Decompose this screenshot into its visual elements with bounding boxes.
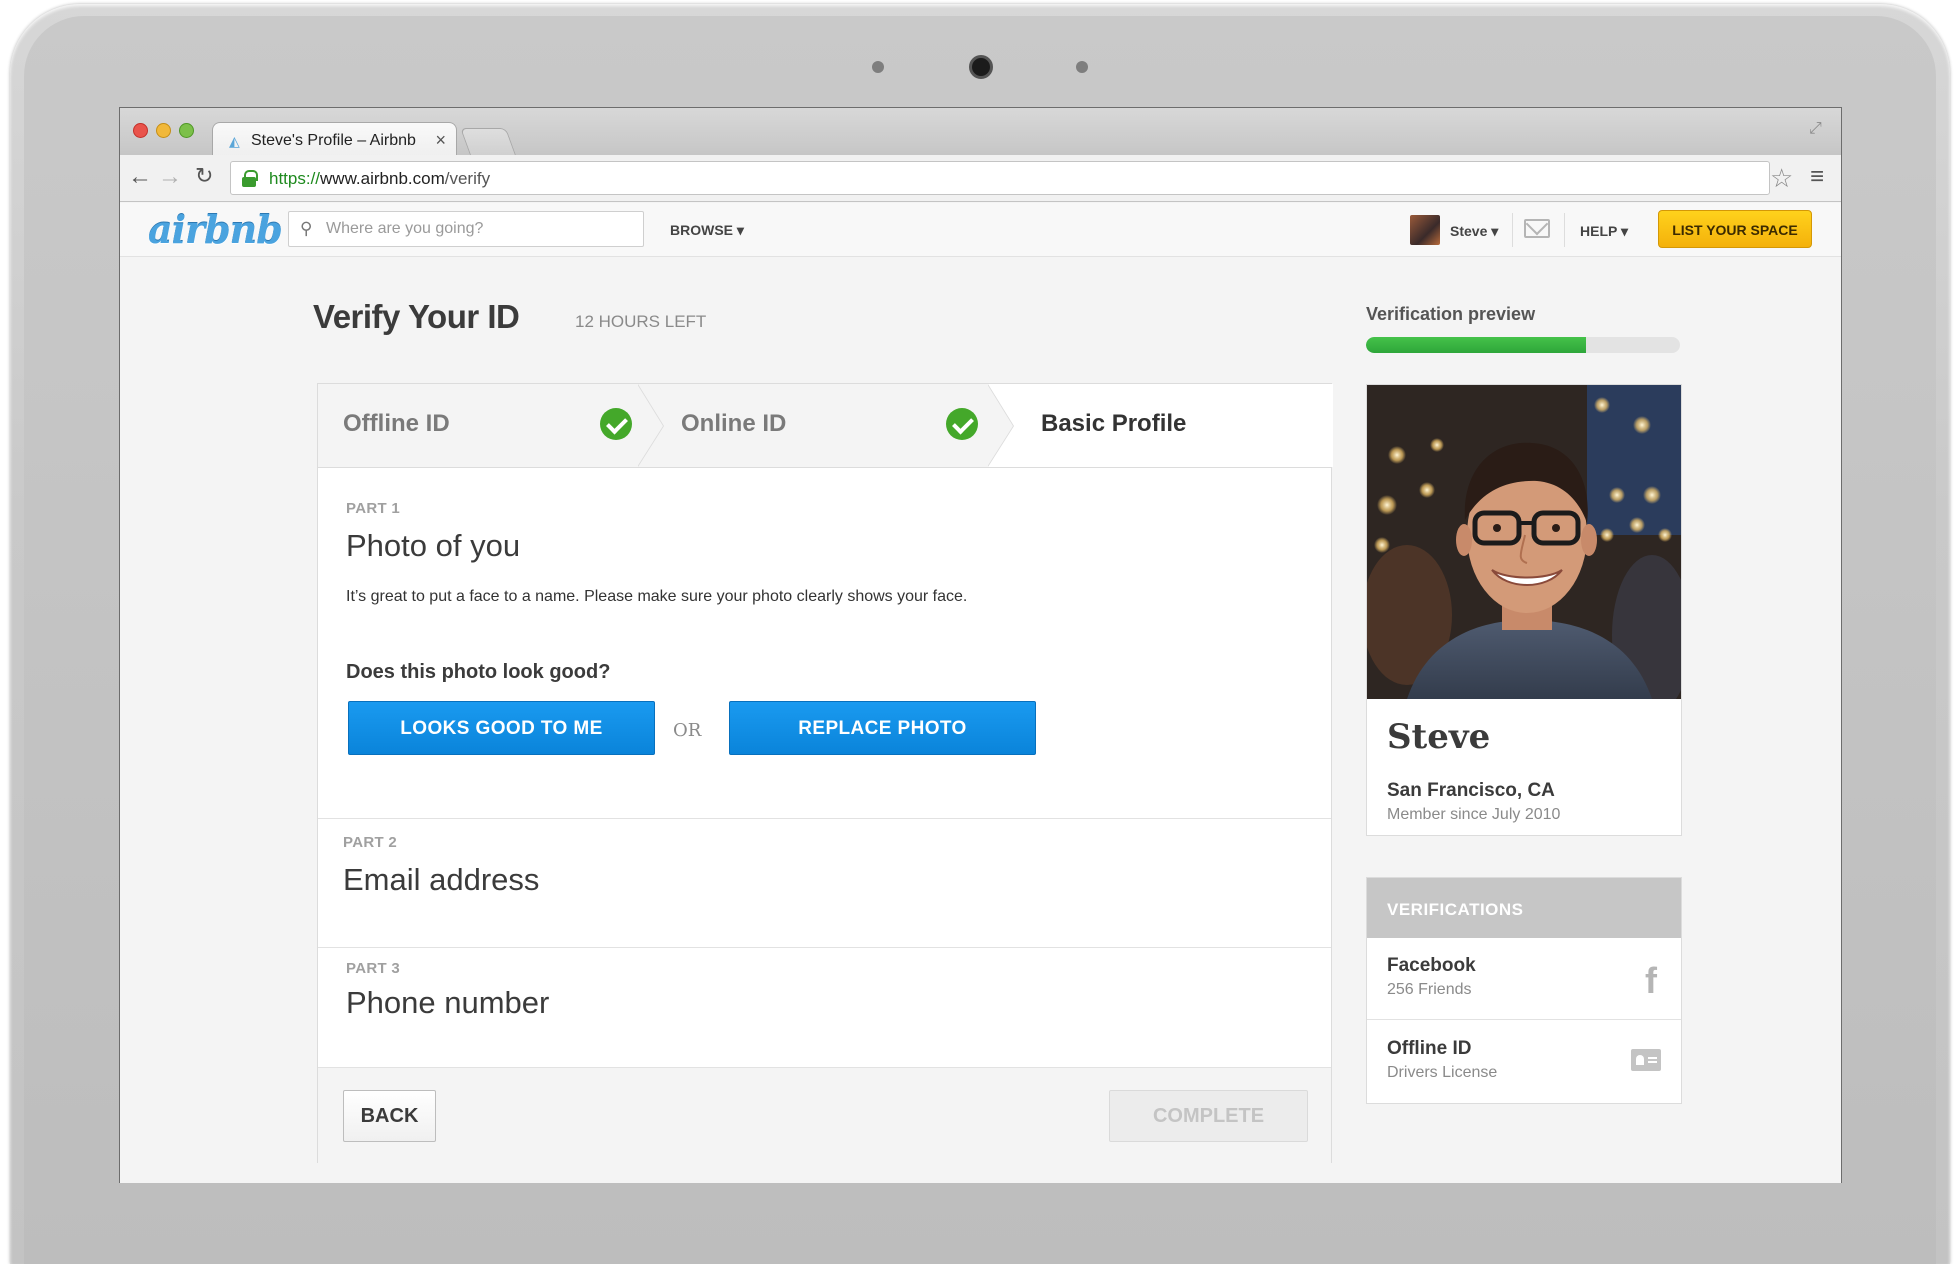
tab-close-icon[interactable]: × (435, 130, 446, 151)
section-divider (318, 947, 1331, 948)
airbnb-logo[interactable]: airbnb (148, 207, 283, 252)
user-menu[interactable]: Steve ▾ (1450, 223, 1498, 240)
browse-menu[interactable]: BROWSE ▾ (670, 222, 744, 239)
window-close-button[interactable] (133, 123, 148, 138)
profile-photo (1367, 385, 1681, 699)
reload-icon[interactable]: ↻ (195, 163, 213, 189)
step-chevron (637, 384, 663, 467)
url-path: /verify (444, 169, 491, 188)
step-progress-bar: Offline ID Online ID Basic Profile (318, 384, 1333, 468)
window-minimize-button[interactable] (156, 123, 171, 138)
forward-arrow-icon[interactable]: → (158, 163, 182, 191)
part2-title[interactable]: Email address (343, 862, 539, 898)
check-icon (600, 408, 632, 440)
verification-row-facebook: Facebook 256 Friends f (1367, 938, 1681, 1020)
window-zoom-button[interactable] (179, 123, 194, 138)
step-online-id[interactable]: Online ID (638, 384, 988, 467)
verifications-card: VERIFICATIONS Facebook 256 Friends f Off… (1366, 877, 1682, 1104)
fullscreen-icon[interactable]: ⤢ (1809, 120, 1829, 140)
step-label: Basic Profile (1041, 410, 1187, 437)
check-icon (946, 408, 978, 440)
browser-tab-bar: ◭ Steve's Profile – Airbnb × ⤢ (120, 108, 1841, 156)
looks-good-button[interactable]: LOOKS GOOD TO ME (348, 701, 655, 755)
profile-city: San Francisco, CA (1387, 780, 1555, 801)
part2-label: PART 2 (343, 834, 398, 851)
back-button[interactable]: BACK (343, 1090, 436, 1142)
search-icon: ⚲ (300, 219, 313, 238)
browser-tab[interactable]: ◭ Steve's Profile – Airbnb × (212, 122, 457, 156)
lock-icon (242, 170, 258, 187)
verification-title: Facebook (1387, 955, 1476, 976)
progress-fill (1366, 337, 1586, 353)
browser-menu-icon[interactable]: ≡ (1810, 163, 1824, 191)
divider (1564, 213, 1565, 247)
step-offline-id[interactable]: Offline ID (318, 384, 638, 467)
verifications-header: VERIFICATIONS (1367, 878, 1681, 938)
verification-preview-label: Verification preview (1366, 304, 1536, 324)
or-separator: OR (673, 720, 702, 741)
profile-preview-card: Steve San Francisco, CA Member since Jul… (1366, 384, 1682, 836)
tab-title: Steve's Profile – Airbnb (251, 132, 416, 149)
site-header: airbnb ⚲ Where are you going? BROWSE ▾ S… (120, 203, 1841, 257)
profile-member-since: Member since July 2010 (1387, 806, 1561, 823)
search-placeholder: Where are you going? (326, 220, 484, 237)
id-card-icon (1631, 1049, 1661, 1071)
part3-title[interactable]: Phone number (346, 985, 549, 1021)
complete-button[interactable]: COMPLETE (1109, 1090, 1308, 1142)
mail-icon[interactable] (1524, 219, 1550, 238)
divider (1512, 213, 1513, 247)
part3-label: PART 3 (346, 960, 401, 977)
help-menu[interactable]: HELP ▾ (1580, 223, 1628, 240)
bookmark-star-icon[interactable]: ☆ (1770, 163, 1793, 194)
facebook-icon: f (1645, 960, 1657, 1001)
part1-description: It’s great to put a face to a name. Plea… (346, 588, 968, 605)
section-divider (318, 818, 1331, 819)
card-footer: BACK COMPLETE (318, 1068, 1331, 1164)
part1-title: Photo of you (346, 528, 521, 563)
verification-progress-bar (1366, 337, 1680, 353)
verification-row-offline-id: Offline ID Drivers License (1367, 1021, 1681, 1103)
step-chevron (987, 384, 1013, 467)
back-arrow-icon[interactable]: ← (128, 163, 152, 191)
camera-sensor-left (872, 61, 884, 73)
url-scheme: https:// (269, 169, 321, 188)
replace-photo-button[interactable]: REPLACE PHOTO (729, 701, 1036, 755)
camera-sensor-right (1076, 61, 1088, 73)
part1-label: PART 1 (346, 500, 401, 517)
list-your-space-button[interactable]: LIST YOUR SPACE (1658, 210, 1812, 248)
hours-left-label: 12 HOURS LEFT (575, 312, 707, 331)
step-label: Online ID (681, 410, 787, 437)
verification-title: Offline ID (1387, 1038, 1472, 1059)
step-label: Offline ID (343, 410, 450, 437)
verification-card: Offline ID Online ID Basic Profile PART … (317, 383, 1333, 1164)
camera-icon (969, 55, 993, 79)
verification-subtitle: 256 Friends (1387, 981, 1472, 998)
browser-toolbar: ← → ↻ https://www.airbnb.com/verify ☆ ≡ (120, 155, 1841, 202)
search-input[interactable]: ⚲ Where are you going? (288, 211, 644, 247)
step-basic-profile[interactable]: Basic Profile (988, 384, 1333, 467)
address-bar[interactable]: https://www.airbnb.com/verify (230, 161, 1770, 195)
url-host: www.airbnb.com (320, 169, 445, 188)
photo-question: Does this photo look good? (346, 661, 611, 683)
profile-name: Steve (1387, 717, 1491, 757)
new-tab-button[interactable] (460, 128, 516, 155)
airbnb-favicon-icon: ◭ (229, 133, 240, 149)
screen: ◭ Steve's Profile – Airbnb × ⤢ ← → ↻ htt… (119, 107, 1842, 1183)
page-title: Verify Your ID (313, 298, 520, 335)
verification-subtitle: Drivers License (1387, 1064, 1498, 1081)
avatar[interactable] (1410, 215, 1440, 245)
